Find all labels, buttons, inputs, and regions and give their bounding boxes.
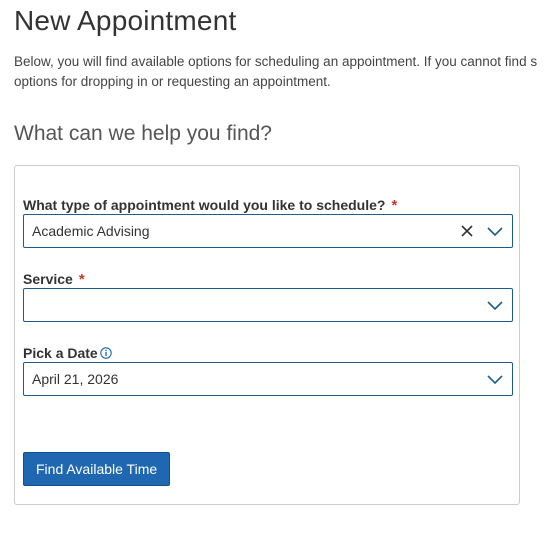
intro-line-1: Below, you will find available options f… bbox=[14, 54, 538, 69]
date-label: Pick a Date bbox=[23, 345, 112, 361]
new-appointment-page: New Appointment Below, you will find ava… bbox=[0, 0, 549, 533]
service-select[interactable] bbox=[23, 288, 513, 322]
service-label: Service * bbox=[23, 271, 85, 287]
chevron-down-icon[interactable] bbox=[487, 299, 503, 311]
date-label-text: Pick a Date bbox=[23, 345, 98, 361]
close-icon[interactable] bbox=[460, 224, 474, 238]
appointment-type-label-text: What type of appointment would you like … bbox=[23, 197, 386, 213]
appointment-type-label: What type of appointment would you like … bbox=[23, 197, 397, 213]
intro-text: Below, you will find available options f… bbox=[14, 52, 549, 92]
date-picker[interactable]: April 21, 2026 bbox=[23, 362, 513, 396]
info-icon[interactable] bbox=[99, 347, 112, 359]
appointment-type-value: Academic Advising bbox=[32, 223, 150, 239]
chevron-down-icon[interactable] bbox=[487, 373, 503, 385]
appointment-type-select[interactable]: Academic Advising bbox=[23, 214, 513, 248]
page-title: New Appointment bbox=[14, 5, 237, 36]
required-indicator: * bbox=[78, 270, 85, 288]
service-label-text: Service bbox=[23, 271, 73, 287]
chevron-down-icon[interactable] bbox=[487, 225, 503, 237]
intro-line-2: options for dropping in or requesting an… bbox=[14, 74, 331, 89]
appointment-form-card: What type of appointment would you like … bbox=[14, 165, 520, 505]
required-indicator: * bbox=[391, 196, 398, 214]
find-available-time-button[interactable]: Find Available Time bbox=[23, 452, 171, 486]
date-value: April 21, 2026 bbox=[32, 371, 119, 387]
section-heading: What can we help you find? bbox=[14, 122, 272, 145]
